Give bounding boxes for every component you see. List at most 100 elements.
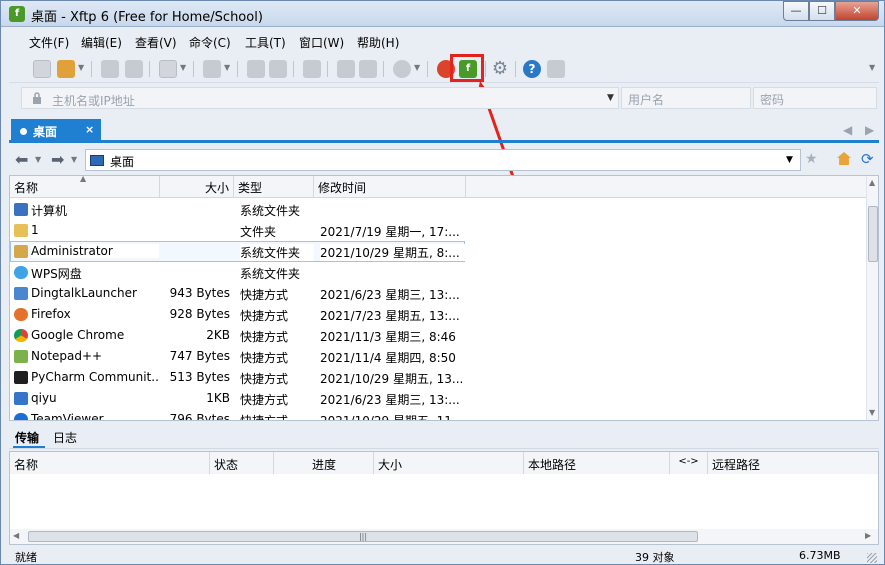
- file-row[interactable]: Google Chrome 2KB 快捷方式 2021/11/3 星期三, 8:…: [10, 325, 866, 346]
- file-list[interactable]: ▲ 名称 大小 类型 修改时间 计算机 系统文件夹 1 文件夹 2021/7/1…: [9, 175, 879, 421]
- menu-command[interactable]: 命令(C): [189, 34, 231, 51]
- path-input[interactable]: 桌面 ▼: [85, 149, 801, 171]
- chat-icon[interactable]: [547, 60, 565, 78]
- title-bar[interactable]: f 桌面 - Xftp 6 (Free for Home/School) — ☐…: [1, 1, 884, 27]
- toolbar: ▼ ▼ ▼ ▼ f ⚙ ? ▼: [9, 55, 879, 83]
- new-window-icon[interactable]: [159, 60, 177, 78]
- file-row[interactable]: 计算机 系统文件夹: [10, 199, 866, 220]
- transfer-column-progress[interactable]: 进度: [274, 452, 374, 474]
- column-type[interactable]: 类型: [234, 176, 314, 198]
- status-text: 就绪: [15, 551, 37, 564]
- document2-icon[interactable]: [269, 60, 287, 78]
- help-icon[interactable]: ?: [523, 60, 541, 78]
- file-row[interactable]: WPS网盘 系统文件夹: [10, 262, 866, 283]
- transfer-column-remote-path[interactable]: 远程路径: [708, 452, 878, 474]
- transfer-column-local-path[interactable]: 本地路径: [524, 452, 670, 474]
- transfer-scrollbar[interactable]: ◀ ||| ▶: [10, 529, 878, 544]
- status-circle-icon[interactable]: [393, 60, 411, 78]
- paste-icon[interactable]: [359, 60, 377, 78]
- scroll-down-icon[interactable]: ▼: [869, 408, 875, 417]
- user-folder-icon: [14, 245, 28, 258]
- object-count: 39 对象: [635, 551, 675, 564]
- menu-file[interactable]: 文件(F): [29, 34, 69, 51]
- scroll-up-icon[interactable]: ▲: [869, 178, 875, 187]
- menu-edit[interactable]: 编辑(E): [81, 34, 122, 51]
- tab-transfer[interactable]: 传输: [15, 429, 39, 446]
- highlight-annotation: [450, 54, 484, 82]
- desktop-icon: [90, 155, 104, 166]
- copy-icon[interactable]: [337, 60, 355, 78]
- transfer-column-status[interactable]: 状态: [210, 452, 274, 474]
- minimize-button[interactable]: —: [783, 1, 809, 21]
- active-tab-underline: [13, 446, 45, 448]
- folder-icon: [14, 224, 28, 237]
- cloud-icon: [14, 266, 28, 279]
- forward-dropdown-icon[interactable]: ▼: [71, 155, 77, 164]
- back-icon[interactable]: ⬅: [15, 150, 28, 169]
- path-dropdown-icon[interactable]: ▼: [786, 155, 793, 165]
- chrome-icon: [14, 329, 28, 342]
- tab-label: 桌面: [33, 125, 58, 139]
- status-dropdown-icon[interactable]: ▼: [414, 63, 420, 72]
- password-input[interactable]: 密码: [753, 87, 877, 109]
- connect-icon[interactable]: [101, 60, 119, 78]
- pycharm-icon: [14, 371, 28, 384]
- sort-asc-icon: ▲: [80, 175, 87, 183]
- tab-next-icon[interactable]: ▶: [865, 123, 874, 137]
- scroll-thumb[interactable]: [868, 206, 878, 262]
- bookmark-star-icon[interactable]: ★: [805, 151, 818, 167]
- column-size[interactable]: 大小: [160, 176, 234, 198]
- new-session-icon[interactable]: [33, 60, 51, 78]
- tab-log[interactable]: 日志: [53, 429, 77, 446]
- transfer-column-name[interactable]: 名称: [10, 452, 210, 474]
- transfer-column-size[interactable]: 大小: [374, 452, 524, 474]
- refresh-icon[interactable]: ⟳: [861, 150, 874, 168]
- menu-view[interactable]: 查看(V): [135, 34, 177, 51]
- open-dropdown-icon[interactable]: ▼: [78, 63, 84, 72]
- home-icon[interactable]: [837, 152, 851, 165]
- transfer-column-direction[interactable]: <->: [670, 452, 708, 474]
- resize-grip-icon[interactable]: [867, 553, 877, 563]
- column-name[interactable]: ▲ 名称: [10, 176, 160, 198]
- scroll-thumb-horizontal[interactable]: |||: [28, 531, 698, 542]
- file-row-selected[interactable]: Administrator 系统文件夹 2021/10/29 星期五, 8:..…: [10, 241, 866, 262]
- document-icon[interactable]: [247, 60, 265, 78]
- scroll-right-icon[interactable]: ▶: [865, 531, 871, 540]
- file-row[interactable]: DingtalkLauncher 943 Bytes 快捷方式 2021/6/2…: [10, 283, 866, 304]
- tab-close-icon[interactable]: ×: [85, 123, 94, 136]
- maximize-button[interactable]: ☐: [809, 1, 835, 21]
- back-dropdown-icon[interactable]: ▼: [35, 155, 41, 164]
- computer-icon: [14, 203, 28, 216]
- forward-icon[interactable]: ➡: [51, 150, 64, 169]
- file-row[interactable]: Firefox 928 Bytes 快捷方式 2021/7/23 星期五, 13…: [10, 304, 866, 325]
- path-text: 桌面: [110, 155, 135, 169]
- column-modified[interactable]: 修改时间: [314, 176, 466, 198]
- file-row[interactable]: TeamViewer 796 Bytes 快捷方式 2021/10/29 星期五…: [10, 409, 866, 420]
- file-row[interactable]: 1 文件夹 2021/7/19 星期一, 17:...: [10, 220, 866, 241]
- transfer-dropdown-icon[interactable]: ▼: [224, 63, 230, 72]
- tab-desktop[interactable]: 桌面 ×: [11, 119, 101, 143]
- username-input[interactable]: 用户名: [621, 87, 751, 109]
- menu-window[interactable]: 窗口(W): [299, 34, 344, 51]
- close-button[interactable]: ✕: [835, 1, 879, 21]
- file-row[interactable]: Notepad++ 747 Bytes 快捷方式 2021/11/4 星期四, …: [10, 346, 866, 367]
- file-list-scrollbar[interactable]: ▲ ▼: [866, 176, 878, 420]
- host-input[interactable]: 主机名或IP地址 ▼: [21, 87, 619, 109]
- open-folder-icon[interactable]: [57, 60, 75, 78]
- host-placeholder: 主机名或IP地址: [52, 94, 135, 108]
- transfer-icon[interactable]: [203, 60, 221, 78]
- scroll-left-icon[interactable]: ◀: [13, 531, 19, 540]
- file-row[interactable]: qiyu 1KB 快捷方式 2021/6/23 星期三, 13:...: [10, 388, 866, 409]
- qiyu-icon: [14, 392, 28, 405]
- menu-help[interactable]: 帮助(H): [357, 34, 399, 51]
- file-row[interactable]: PyCharm Communit... 513 Bytes 快捷方式 2021/…: [10, 367, 866, 388]
- sync-icon[interactable]: [303, 60, 321, 78]
- gear-icon[interactable]: ⚙: [491, 60, 509, 78]
- new-window-dropdown-icon[interactable]: ▼: [180, 63, 186, 72]
- toolbar-overflow-icon[interactable]: ▼: [869, 63, 875, 72]
- disconnect-icon[interactable]: [125, 60, 143, 78]
- menu-tools[interactable]: 工具(T): [245, 34, 286, 51]
- tab-prev-icon[interactable]: ◀: [843, 123, 852, 137]
- transfer-panel[interactable]: 名称 状态 进度 大小 本地路径 <-> 远程路径 ◀ ||| ▶: [9, 451, 879, 545]
- host-dropdown-icon[interactable]: ▼: [607, 93, 614, 103]
